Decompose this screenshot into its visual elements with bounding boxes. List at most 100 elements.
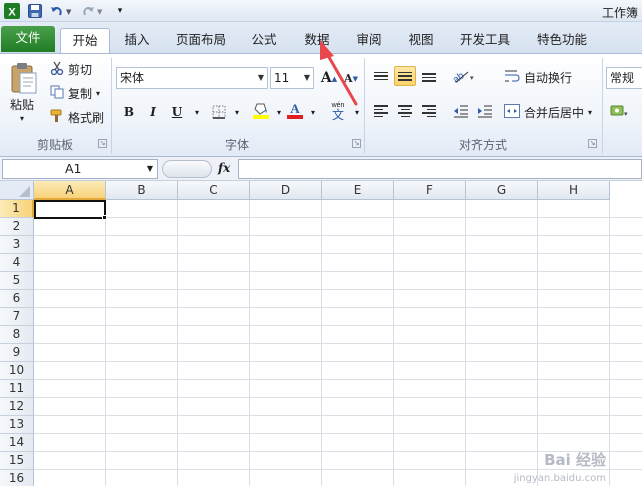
fill-handle[interactable]	[102, 215, 107, 220]
shrink-font-button[interactable]: A ▼	[340, 68, 362, 88]
row-header-13[interactable]: 13	[0, 416, 34, 434]
worksheet-grid[interactable]: A B C D E F G H 1 2 3 4 5 6 7 8 9 10 11 12 13 14 15 16	[0, 181, 642, 486]
select-all-corner[interactable]	[0, 181, 34, 200]
align-bottom-icon[interactable]	[418, 66, 440, 86]
grid-line	[34, 343, 642, 344]
wrap-text-button[interactable]: 自动换行	[504, 69, 572, 86]
row-header-2[interactable]: 2	[0, 218, 34, 236]
insert-function-icon[interactable]: fx	[218, 161, 230, 175]
group-divider	[602, 58, 603, 154]
grow-font-icon: A	[320, 70, 332, 86]
title-bar: X ▼ ▼ ▾ 工作簿	[0, 0, 642, 22]
column-header-G[interactable]: G	[466, 181, 538, 200]
tab-data[interactable]: 数据	[296, 28, 338, 54]
row-header-9[interactable]: 9	[0, 344, 34, 362]
font-name-combo[interactable]: 宋体 ▼	[116, 67, 268, 89]
svg-text:▼: ▼	[66, 8, 72, 16]
column-header-F[interactable]: F	[394, 181, 466, 200]
format-painter-button[interactable]: 格式刷	[50, 109, 104, 126]
grid-line	[34, 325, 642, 326]
row-header-16[interactable]: 16	[0, 470, 34, 486]
orientation-icon[interactable]: ab ▾	[448, 66, 478, 86]
alignment-launcher-icon[interactable]: ↘	[588, 139, 597, 148]
merge-center-button[interactable]: 合并后居中 ▾	[504, 104, 592, 121]
underline-dropdown-icon[interactable]: ▾	[186, 102, 208, 122]
row-header-15[interactable]: 15	[0, 452, 34, 470]
alignment-group-label: 对齐方式	[458, 138, 507, 152]
cut-button[interactable]: 剪切	[50, 61, 92, 78]
clipboard-launcher-icon[interactable]: ↘	[98, 139, 107, 148]
tab-special-features[interactable]: 特色功能	[530, 28, 594, 54]
font-size-combo[interactable]: 11 ▼	[270, 67, 314, 89]
row-header-8[interactable]: 8	[0, 326, 34, 344]
customize-qat-icon[interactable]: ▾	[114, 3, 126, 19]
grid-line	[34, 217, 642, 218]
grid-line	[34, 289, 642, 290]
tab-formulas[interactable]: 公式	[244, 28, 284, 54]
tab-page-layout[interactable]: 页面布局	[170, 28, 232, 54]
tab-file[interactable]: 文件	[1, 26, 55, 52]
row-header-4[interactable]: 4	[0, 254, 34, 272]
active-cell[interactable]	[34, 200, 106, 219]
row-header-10[interactable]: 10	[0, 362, 34, 380]
excel-logo-icon[interactable]: X	[3, 3, 21, 19]
row-header-1[interactable]: 1	[0, 200, 34, 218]
wrap-text-label: 自动换行	[524, 71, 573, 85]
grid-line	[34, 415, 642, 416]
align-left-icon[interactable]	[370, 101, 392, 121]
increase-indent-icon[interactable]	[474, 101, 496, 121]
bold-button[interactable]: B	[118, 102, 140, 122]
number-format-value: 常规	[610, 71, 635, 85]
row-header-7[interactable]: 7	[0, 308, 34, 326]
row-header-5[interactable]: 5	[0, 272, 34, 290]
font-color-dropdown-icon[interactable]: ▾	[302, 102, 324, 122]
watermark-url: jingyan.baidu.com	[513, 473, 606, 484]
redo-icon[interactable]: ▼	[80, 3, 104, 19]
column-header-H[interactable]: H	[538, 181, 610, 200]
column-header-E[interactable]: E	[322, 181, 394, 200]
undo-icon[interactable]: ▼	[49, 3, 73, 19]
column-header-C[interactable]: C	[178, 181, 250, 200]
formula-input[interactable]	[238, 159, 642, 179]
tab-view[interactable]: 视图	[400, 28, 442, 54]
row-header-11[interactable]: 11	[0, 380, 34, 398]
row-header-12[interactable]: 12	[0, 398, 34, 416]
column-header-B[interactable]: B	[106, 181, 178, 200]
paste-icon[interactable]	[6, 58, 42, 98]
grid-line	[34, 253, 642, 254]
merge-dropdown-icon: ▾	[588, 108, 593, 117]
copy-label: 复制	[68, 87, 93, 101]
tab-developer[interactable]: 开发工具	[454, 28, 516, 54]
underline-button[interactable]: U	[166, 102, 188, 122]
grid-line	[34, 307, 642, 308]
save-icon[interactable]	[27, 3, 43, 19]
tab-home[interactable]: 开始	[60, 28, 110, 54]
borders-dropdown-icon[interactable]: ▾	[226, 102, 248, 122]
copy-button[interactable]: 复制 ▾	[50, 85, 100, 102]
font-launcher-icon[interactable]: ↘	[352, 139, 361, 148]
paste-button[interactable]: 粘贴	[10, 96, 34, 113]
italic-button[interactable]: I	[142, 102, 164, 122]
name-box[interactable]: A1 ▼	[2, 159, 158, 179]
accounting-format-icon[interactable]: ▾	[608, 101, 630, 121]
row-header-6[interactable]: 6	[0, 290, 34, 308]
number-format-combo[interactable]: 常规	[606, 67, 642, 89]
column-header-D[interactable]: D	[250, 181, 322, 200]
tab-review[interactable]: 审阅	[348, 28, 390, 54]
row-header-14[interactable]: 14	[0, 434, 34, 452]
align-right-icon[interactable]	[418, 101, 440, 121]
tab-insert[interactable]: 插入	[116, 28, 158, 54]
svg-text:ab: ab	[451, 70, 467, 84]
row-header-3[interactable]: 3	[0, 236, 34, 254]
grid-line	[34, 361, 642, 362]
align-top-icon[interactable]	[370, 66, 392, 86]
align-center-icon[interactable]	[394, 101, 416, 121]
ribbon-tabs: 文件 开始 插入 页面布局 公式 数据 审阅 视图 开发工具 特色功能	[0, 22, 642, 54]
decrease-indent-icon[interactable]	[450, 101, 472, 121]
svg-text:▾: ▾	[470, 74, 474, 82]
align-middle-icon[interactable]	[394, 66, 416, 86]
grow-font-button[interactable]: A ▲	[318, 68, 340, 88]
column-header-A[interactable]: A	[34, 181, 106, 200]
merge-cells-icon	[504, 104, 520, 121]
paste-dropdown-icon[interactable]: ▾	[20, 114, 24, 123]
